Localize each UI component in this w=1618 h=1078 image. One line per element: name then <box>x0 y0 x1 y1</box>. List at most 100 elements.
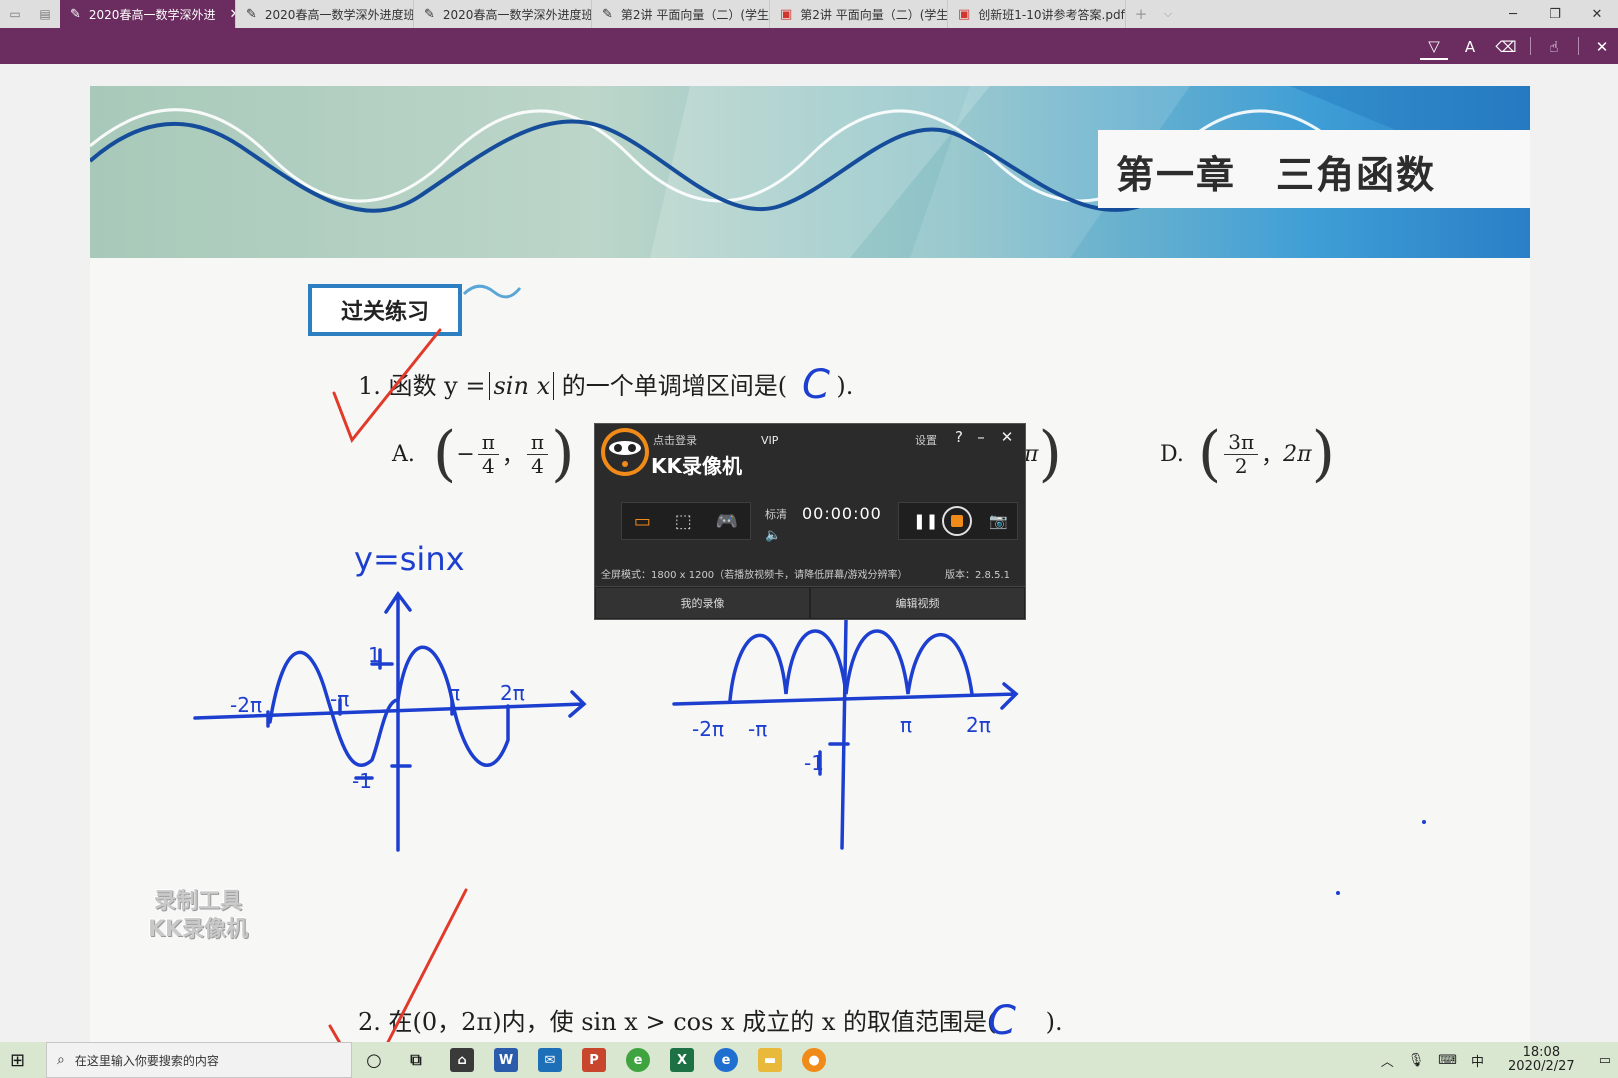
task-view-icon[interactable]: ⧉ <box>404 1048 428 1072</box>
tab-label: 2020春高一数学深外进 <box>88 7 216 22</box>
highlighter-icon[interactable]: ▽ <box>1420 34 1448 60</box>
divider <box>1530 37 1531 55</box>
option-label: A. <box>392 441 415 467</box>
pause-icon[interactable]: ❚❚ <box>913 512 938 530</box>
mail-icon[interactable]: ✉ <box>538 1048 562 1072</box>
microphone-icon[interactable]: 🎙 <box>1408 1053 1425 1068</box>
store-icon[interactable]: ⌂ <box>450 1048 474 1072</box>
close-window-icon[interactable]: ✕ <box>1576 0 1618 28</box>
volume-icon[interactable]: 🔈 <box>765 528 781 543</box>
pdf-icon: ▣ <box>958 6 971 22</box>
tab-actions-icon[interactable]: ▭ <box>0 0 30 28</box>
pi-symbol: π <box>1024 441 1039 467</box>
denominator: 4 <box>481 453 495 478</box>
tab[interactable]: ▣ 创新班1-10讲参考答案.pdf <box>948 0 1126 28</box>
edge-icon[interactable]: e <box>714 1048 738 1072</box>
tab[interactable]: ✎ 2020春高一数学深外进度班 <box>414 0 592 28</box>
edit-video-button[interactable]: 编辑视频 <box>810 587 1025 619</box>
abs-expression: sin x <box>489 372 555 400</box>
file-explorer-icon[interactable]: ▬ <box>758 1048 782 1072</box>
my-videos-button[interactable]: 我的录像 <box>595 587 810 619</box>
question-2: 2. 在(0，2π)内，使 sin x > cos x 成立的 x 的取值范围是… <box>358 1002 1063 1037</box>
tab[interactable]: ▣ 第2讲 平面向量（二）(学生 <box>770 0 948 28</box>
section-label-box: 过关练习 <box>308 284 462 336</box>
taskbar-search[interactable]: ⌕ 在这里输入你要搜索的内容 <box>46 1042 352 1078</box>
set-aside-tabs-icon[interactable]: ▤ <box>30 0 60 28</box>
question-number: 2. <box>358 1008 381 1036</box>
chevron-up-icon[interactable]: ︿ <box>1381 1051 1394 1070</box>
version-text: 版本：2.8.5.1 <box>945 570 1010 581</box>
tab[interactable]: ✎ 第2讲 平面向量（二）(学生 <box>592 0 770 28</box>
stop-record-button[interactable] <box>942 506 972 536</box>
comma: ， <box>501 444 524 469</box>
pen-icon: ✎ <box>246 6 257 22</box>
option-d: D. ( 3π 2 ， 2π ) <box>1160 424 1335 484</box>
pen-icon: ✎ <box>602 6 613 22</box>
exit-ink-icon[interactable]: ✕ <box>1588 34 1616 60</box>
eraser-icon[interactable]: ⌫ <box>1492 34 1520 60</box>
restore-icon[interactable]: ❐ <box>1534 0 1576 28</box>
kk-recorder-taskbar-icon[interactable]: ● <box>802 1048 826 1072</box>
chevron-down-icon[interactable]: ⌵ <box>1156 0 1180 28</box>
camera-icon[interactable]: 📷 <box>989 512 1008 530</box>
denominator: 4 <box>531 453 544 478</box>
fullscreen-mode-icon[interactable]: ▭ <box>634 511 651 532</box>
kk-logo-icon <box>601 428 649 476</box>
pen-icon: ✎ <box>70 6 81 22</box>
word-icon[interactable]: W <box>494 1048 518 1072</box>
ink-toolbar: ▽ A ⌫ ☝ ✕ <box>0 28 1618 64</box>
tab-label: 创新班1-10讲参考答案.pdf <box>978 7 1125 22</box>
excel-icon[interactable]: X <box>670 1048 694 1072</box>
question-1: 1. 函数 y = sin x 的一个单调增区间是( ). <box>358 366 853 401</box>
clock-date: 2020/2/27 <box>1508 1059 1575 1074</box>
windows-start-icon[interactable]: ⊞ <box>10 1050 25 1071</box>
cortana-icon[interactable]: ○ <box>362 1048 386 1072</box>
region-mode-icon[interactable]: ⬚ <box>675 511 692 532</box>
question-text: 在(0，2π)内，使 sin x > cos x 成立的 x 的取值范围是( <box>388 1008 997 1036</box>
numerator: 3π <box>1224 430 1259 455</box>
option-label: D. <box>1160 441 1184 467</box>
keyboard-icon[interactable]: ⌨ <box>1438 1053 1457 1068</box>
new-tab-icon[interactable]: + <box>1126 0 1156 28</box>
quality-selector[interactable]: 标清 <box>765 506 787 522</box>
mode-info-text: 全屏模式：1800 x 1200（若播放视频卡，请降低屏幕/游戏分辨率） <box>601 570 908 581</box>
stop-icon <box>951 515 963 527</box>
window-controls: ─ ❐ ✕ <box>1492 0 1618 28</box>
question-text: 的一个单调增区间是( <box>561 372 788 400</box>
login-link[interactable]: 点击登录 <box>653 432 697 448</box>
question-close: ). <box>1045 1008 1063 1036</box>
notification-icon[interactable]: ▭ <box>1599 1053 1611 1068</box>
settings-button[interactable]: 设置 <box>915 432 937 448</box>
clock[interactable]: 18:08 2020/2/27 <box>1501 1046 1582 1074</box>
numerator: π <box>477 430 499 455</box>
pen-icon: ✎ <box>424 6 435 22</box>
tab-active[interactable]: ✎ 2020春高一数学深外进 ✕ <box>60 0 236 28</box>
kk-watermark: 录制工具 KK录像机 <box>136 888 260 944</box>
ime-indicator[interactable]: 中 <box>1471 1051 1484 1070</box>
tab-label: 第2讲 平面向量（二）(学生 <box>800 7 948 22</box>
option-a: A. ( − π 4 ， π 4 ) <box>392 424 575 484</box>
game-mode-icon[interactable]: 🎮 <box>716 511 738 532</box>
wave-decoration-icon <box>462 284 522 299</box>
minimize-icon[interactable]: – <box>971 428 991 446</box>
section-label: 过关练习 <box>340 300 429 325</box>
add-text-icon[interactable]: A <box>1456 34 1484 60</box>
record-timer: 00:00:00 <box>802 504 882 523</box>
option-c-tail: π ) <box>1024 424 1062 484</box>
browser-360-icon[interactable]: e <box>626 1048 650 1072</box>
comma: ， <box>1261 444 1284 469</box>
tab-label: 第2讲 平面向量（二）(学生 <box>620 7 770 22</box>
minimize-icon[interactable]: ─ <box>1492 0 1534 28</box>
close-paren: ) <box>1311 419 1336 489</box>
vip-badge[interactable]: VIP <box>761 434 778 447</box>
close-icon[interactable]: ✕ <box>997 428 1017 446</box>
powerpoint-icon[interactable]: P <box>582 1048 606 1072</box>
question-text: 函数 y = <box>388 372 486 400</box>
help-icon[interactable]: ? <box>949 428 969 446</box>
chapter-title: 第一章 三角函数 <box>1116 153 1437 197</box>
search-icon: ⌕ <box>57 1052 65 1068</box>
tab[interactable]: ✎ 2020春高一数学深外进度班 <box>236 0 414 28</box>
kk-recorder-window: 点击登录 VIP KK录像机 设置 ? – ✕ ▭ ⬚ 🎮 标清 00:00:0… <box>594 423 1026 620</box>
question-number: 1. <box>358 372 381 400</box>
touch-writing-icon[interactable]: ☝ <box>1540 34 1568 60</box>
